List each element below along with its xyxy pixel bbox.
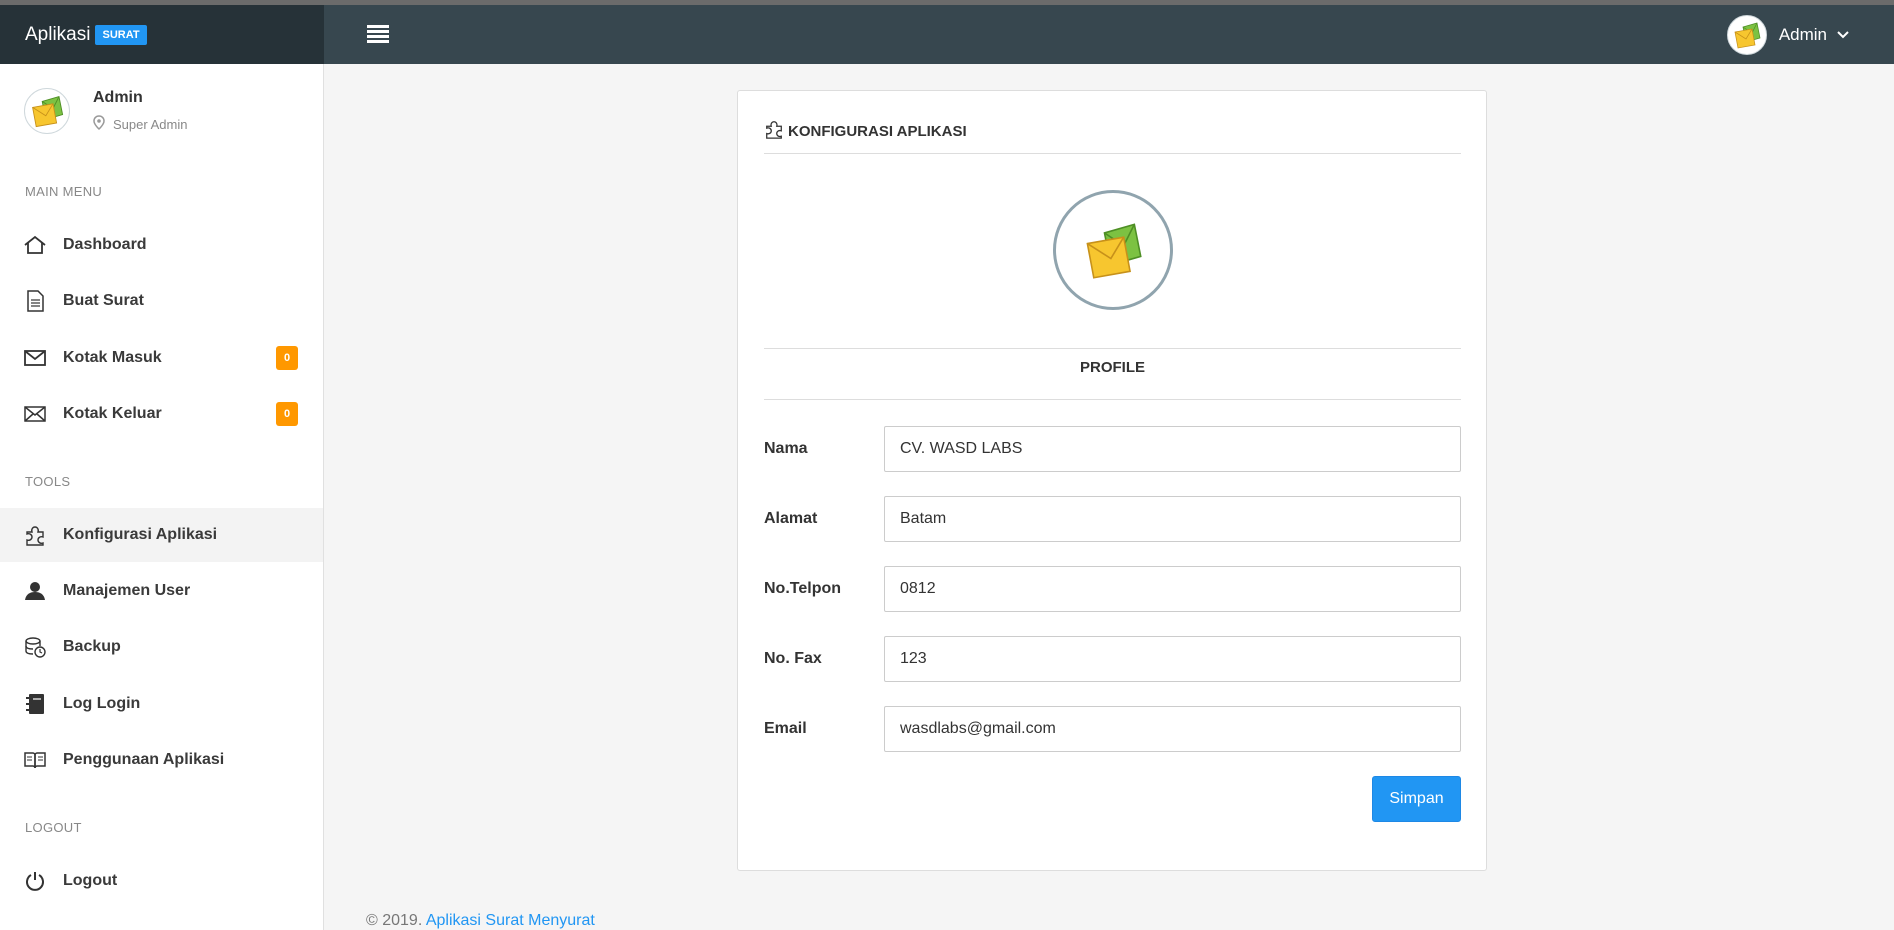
footer: © 2019. Aplikasi Surat Menyurat	[366, 912, 595, 930]
topbar-user-name: Admin	[1778, 25, 1827, 44]
alamat-label: Alamat	[764, 510, 818, 527]
card-title: KONFIGURASI APLIKASI	[788, 122, 967, 140]
section-tools: TOOLS	[25, 474, 71, 489]
divider	[764, 348, 1461, 349]
email-label: Email	[764, 720, 807, 737]
sidebar-item-manajemen-user[interactable]: Manajemen User	[0, 564, 323, 618]
envelope-icon	[24, 347, 46, 369]
profile-name: Admin	[93, 89, 143, 106]
divider	[764, 399, 1461, 400]
email-field[interactable]	[884, 706, 1461, 752]
sidebar-profile: Admin Super Admin	[24, 88, 187, 134]
outbox-count-badge: 0	[276, 402, 298, 426]
telpon-label: No.Telpon	[764, 580, 842, 597]
sidebar-item-label: Manajemen User	[63, 582, 191, 599]
user-icon	[24, 580, 46, 602]
sidebar-item-buat-surat[interactable]: Buat Surat	[0, 274, 323, 328]
app-logo	[1053, 190, 1173, 310]
app-brand[interactable]: Aplikasi SURAT	[0, 5, 324, 64]
sidebar-item-label: Kotak Masuk	[63, 349, 162, 366]
topbar-avatar	[1726, 15, 1767, 55]
sidebar-item-backup[interactable]: Backup	[0, 620, 323, 674]
footer-copyright: © 2019.	[366, 912, 423, 929]
nama-field[interactable]	[884, 426, 1461, 472]
fax-field[interactable]	[884, 636, 1461, 682]
location-pin-icon	[93, 115, 105, 133]
sidebar-item-label: Log Login	[63, 695, 141, 712]
sidebar-item-logout[interactable]: Logout	[0, 854, 323, 908]
puzzle-icon	[24, 524, 46, 546]
brand-badge: SURAT	[95, 24, 147, 45]
notebook-icon	[24, 693, 46, 715]
profile-role-text: Super Admin	[113, 116, 188, 132]
sidebar: Admin Super Admin MAIN MENU Dashboard Bu…	[0, 64, 324, 930]
sidebar-item-kotak-keluar[interactable]: Kotak Keluar 0	[0, 387, 323, 441]
sidebar-item-dashboard[interactable]: Dashboard	[0, 218, 323, 272]
save-button[interactable]: Simpan	[1372, 776, 1461, 822]
sidebar-item-konfigurasi-aplikasi[interactable]: Konfigurasi Aplikasi	[0, 508, 323, 562]
sidebar-item-penggunaan-aplikasi[interactable]: Penggunaan Aplikasi	[0, 733, 323, 787]
profile-role: Super Admin	[93, 115, 187, 133]
fax-label: No. Fax	[764, 650, 822, 667]
section-logout: LOGOUT	[25, 820, 82, 835]
document-icon	[24, 290, 46, 312]
config-card: KONFIGURASI APLIKASI PROFILE Nama Alamat…	[737, 90, 1487, 871]
form-row-fax: No. Fax	[764, 636, 1461, 682]
form-row-nama: Nama	[764, 426, 1461, 472]
card-header: KONFIGURASI APLIKASI	[764, 118, 1461, 144]
form-row-alamat: Alamat	[764, 496, 1461, 542]
profile-heading: PROFILE	[1079, 359, 1145, 376]
section-main-menu: MAIN MENU	[25, 184, 103, 199]
envelope-x-icon	[24, 403, 46, 425]
avatar	[24, 88, 70, 134]
book-icon	[24, 749, 46, 771]
sidebar-item-label: Dashboard	[63, 236, 147, 253]
sidebar-item-label: Backup	[63, 638, 121, 655]
divider	[764, 153, 1461, 154]
sidebar-item-label: Penggunaan Aplikasi	[63, 751, 225, 768]
sidebar-item-label: Konfigurasi Aplikasi	[63, 526, 218, 543]
sidebar-item-label: Logout	[63, 872, 118, 889]
puzzle-icon	[764, 119, 784, 144]
sidebar-item-log-login[interactable]: Log Login	[0, 677, 323, 731]
user-menu-dropdown[interactable]: Admin	[1726, 15, 1849, 55]
telpon-field[interactable]	[884, 566, 1461, 612]
sidebar-item-label: Buat Surat	[63, 292, 144, 309]
footer-link[interactable]: Aplikasi Surat Menyurat	[426, 912, 595, 929]
nama-label: Nama	[764, 440, 808, 457]
sidebar-item-kotak-masuk[interactable]: Kotak Masuk 0	[0, 331, 323, 385]
power-icon	[24, 870, 46, 892]
sidebar-item-label: Kotak Keluar	[63, 405, 162, 422]
alamat-field[interactable]	[884, 496, 1461, 542]
form-row-email: Email	[764, 706, 1461, 752]
chevron-down-icon	[1837, 28, 1849, 42]
top-navbar: Admin	[324, 5, 1894, 64]
menu-toggle-icon[interactable]	[367, 25, 389, 45]
database-icon	[24, 636, 46, 658]
brand-text: Aplikasi	[25, 23, 91, 45]
home-icon	[24, 234, 46, 256]
form-row-telpon: No.Telpon	[764, 566, 1461, 612]
inbox-count-badge: 0	[276, 346, 298, 370]
